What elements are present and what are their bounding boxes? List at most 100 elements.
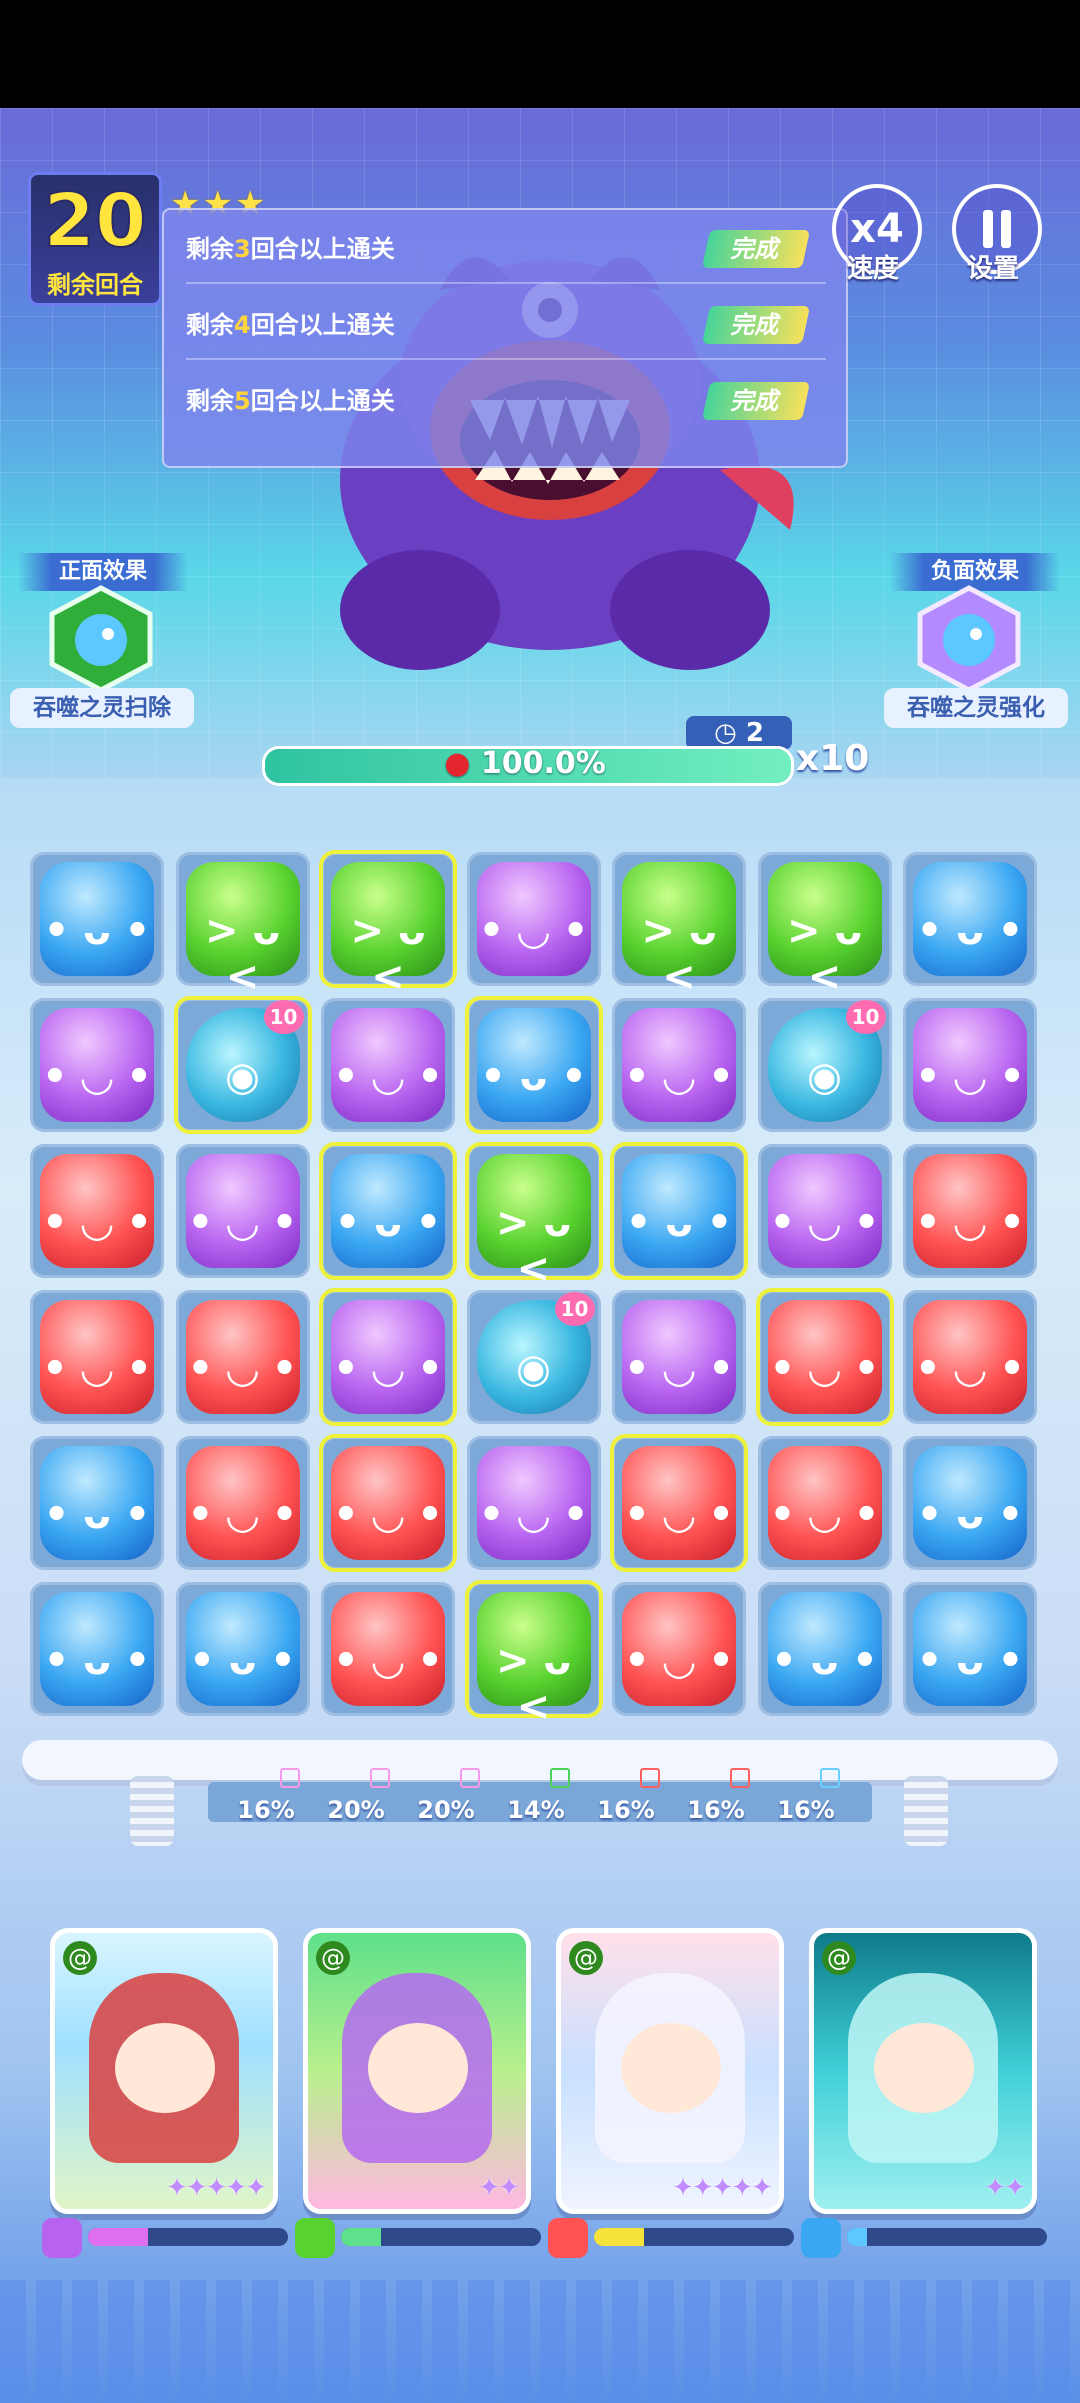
green-piece-icon: > ᴗ < bbox=[622, 862, 736, 1000]
board-cell[interactable]: • ◡ • bbox=[175, 1436, 310, 1570]
spring-left bbox=[130, 1776, 174, 1846]
turns-panel: 20 剩余回合 bbox=[28, 172, 162, 306]
turns-remaining: 20 bbox=[43, 178, 148, 264]
drop-rate-label: 20% bbox=[327, 1796, 385, 1824]
board-cell[interactable]: • ◡ • bbox=[757, 1144, 892, 1278]
match-board: • ᴗ • > ᴗ < > ᴗ < • ◡ • > ᴗ < > ᴗ < • ᴗ • • ◡ •… bbox=[30, 850, 1050, 1730]
purple-piece-icon: • ◡ • bbox=[622, 1008, 736, 1122]
settings-caption: 设置 bbox=[966, 254, 1019, 284]
board-cell[interactable]: • ◡ • bbox=[612, 998, 746, 1132]
spring-right bbox=[904, 1776, 948, 1846]
blue-piece-icon: • ᴗ • bbox=[40, 1446, 154, 1560]
drop-rate-label: 20% bbox=[417, 1796, 475, 1824]
board-cell[interactable]: • ◡ • bbox=[757, 1436, 892, 1570]
drop-rate-label: 16% bbox=[777, 1796, 835, 1824]
blue-piece-icon: • ᴗ • bbox=[913, 1446, 1027, 1560]
negative-effect-icon[interactable] bbox=[914, 584, 1024, 694]
board-cell[interactable]: • ᴗ • bbox=[30, 852, 164, 986]
red-piece-icon: • ◡ • bbox=[767, 1446, 882, 1560]
board-cell[interactable]: • ᴗ • bbox=[757, 1582, 892, 1716]
objective-row: 剩余3回合以上通关 完成 bbox=[186, 214, 826, 284]
hero-star-rating: ✦✦ bbox=[478, 2173, 520, 2203]
board-cell[interactable]: • ◡ • bbox=[466, 1436, 601, 1570]
board-cell[interactable]: • ᴗ • bbox=[319, 1142, 457, 1280]
board-cell[interactable]: • ◡ • bbox=[175, 1290, 310, 1424]
board-cell[interactable]: • ◡ • bbox=[175, 1144, 310, 1278]
green-piece-icon: > ᴗ < bbox=[185, 862, 300, 1000]
board-cell[interactable]: • ◡ • bbox=[321, 998, 455, 1132]
board-cell[interactable]: • ◡ • bbox=[30, 1290, 164, 1424]
board-cell[interactable]: • ◡ • bbox=[466, 852, 601, 986]
green-piece-icon: > ᴗ < bbox=[767, 862, 882, 1000]
board-cell[interactable]: > ᴗ < bbox=[319, 850, 457, 1000]
red-piece-icon: • ◡ • bbox=[622, 1592, 736, 1706]
board-cell[interactable]: • ◡ • bbox=[903, 998, 1037, 1132]
hero-element-icon bbox=[295, 2218, 335, 2258]
damage-multiplier: x10 bbox=[796, 738, 870, 779]
swirl-icon: @ bbox=[569, 1941, 603, 1975]
red-piece-icon: • ◡ • bbox=[913, 1300, 1027, 1414]
red-piece-icon: • ◡ • bbox=[331, 1592, 445, 1706]
board-cell[interactable]: • ᴗ • bbox=[903, 852, 1037, 986]
board-cell[interactable]: • ᴗ • bbox=[464, 996, 603, 1134]
board-cell[interactable]: > ᴗ < bbox=[464, 1580, 603, 1730]
board-cell[interactable]: > ᴗ < bbox=[175, 852, 310, 1000]
red-piece-icon: • ◡ • bbox=[185, 1446, 300, 1560]
red-piece-icon: • ◡ • bbox=[40, 1300, 154, 1414]
turns-label: 剩余回合 bbox=[47, 271, 143, 299]
board-cell[interactable]: ◉ 10 bbox=[757, 998, 892, 1132]
board-cell[interactable]: • ◡ • bbox=[30, 998, 164, 1132]
boss-hp-text: ● 100.0% bbox=[444, 746, 606, 781]
hero-charge-bar bbox=[594, 2228, 794, 2246]
board-cell[interactable]: > ᴗ < bbox=[464, 1142, 603, 1292]
hero-pilot-bear-card[interactable]: @ ✦✦✦✦✦ bbox=[556, 1928, 784, 2214]
purple-piece-icon: • ◡ • bbox=[476, 862, 591, 976]
red-piece-icon: • ◡ • bbox=[40, 1154, 154, 1268]
board-cell[interactable]: ◉ 10 bbox=[173, 996, 312, 1134]
positive-effect-icon[interactable] bbox=[46, 584, 156, 694]
hero-astronaut-bear-card[interactable]: @ ✦✦ bbox=[809, 1928, 1037, 2214]
board-cell[interactable]: > ᴗ < bbox=[612, 852, 746, 1000]
hero-demon-girl-card[interactable]: @ ✦✦ bbox=[303, 1928, 531, 2214]
drop-color-marker bbox=[730, 1768, 750, 1788]
board-cell[interactable]: • ◡ • bbox=[319, 1288, 457, 1426]
green-piece-icon: > ᴗ < bbox=[476, 1154, 591, 1292]
board-cell[interactable]: • ◡ • bbox=[903, 1144, 1037, 1278]
equalizer-decoration bbox=[0, 2280, 1080, 2403]
board-cell[interactable]: • ᴗ • bbox=[610, 1142, 748, 1280]
drop-rate-label: 16% bbox=[597, 1796, 655, 1824]
hero-element-icon bbox=[42, 2218, 82, 2258]
status-bar bbox=[0, 0, 1080, 108]
board-cell[interactable]: • ᴗ • bbox=[903, 1436, 1037, 1570]
hero-element-icon bbox=[801, 2218, 841, 2258]
blue-piece-icon: • ᴗ • bbox=[331, 1154, 445, 1268]
board-cell[interactable]: • ◡ • bbox=[321, 1582, 455, 1716]
board-cell[interactable]: > ᴗ < bbox=[757, 852, 892, 1000]
board-cell[interactable]: • ᴗ • bbox=[30, 1582, 164, 1716]
blue-piece-icon: • ᴗ • bbox=[40, 1592, 154, 1706]
board-cell[interactable]: • ◡ • bbox=[319, 1434, 457, 1572]
drop-color-marker bbox=[550, 1768, 570, 1788]
blue-piece-icon: • ᴗ • bbox=[913, 862, 1027, 976]
objective-row: 剩余4回合以上通关 完成 bbox=[186, 290, 826, 360]
board-cell[interactable]: • ᴗ • bbox=[30, 1436, 164, 1570]
swirl-icon: @ bbox=[63, 1941, 97, 1975]
complete-badge: 完成 bbox=[701, 306, 811, 344]
purple-piece-icon: • ◡ • bbox=[622, 1300, 736, 1414]
board-cell[interactable]: • ◡ • bbox=[610, 1434, 748, 1572]
hero-face bbox=[874, 2023, 974, 2113]
board-cell[interactable]: • ◡ • bbox=[612, 1290, 746, 1424]
red-piece-icon: • ◡ • bbox=[622, 1446, 736, 1560]
board-cell[interactable]: • ◡ • bbox=[903, 1290, 1037, 1424]
drop-rate-label: 16% bbox=[237, 1796, 295, 1824]
board-cell[interactable]: • ◡ • bbox=[755, 1288, 894, 1426]
board-cell[interactable]: • ᴗ • bbox=[903, 1582, 1037, 1716]
blue-piece-icon: • ᴗ • bbox=[185, 1592, 300, 1706]
board-cell[interactable]: ◉ 10 bbox=[466, 1290, 601, 1424]
hero-opera-card[interactable]: @ ✦✦✦✦✦ bbox=[50, 1928, 278, 2214]
drop-color-marker bbox=[280, 1768, 300, 1788]
board-cell[interactable]: • ◡ • bbox=[612, 1582, 746, 1716]
board-cell[interactable]: • ᴗ • bbox=[175, 1582, 310, 1716]
board-cell[interactable]: • ◡ • bbox=[30, 1144, 164, 1278]
hero-face bbox=[115, 2023, 215, 2113]
